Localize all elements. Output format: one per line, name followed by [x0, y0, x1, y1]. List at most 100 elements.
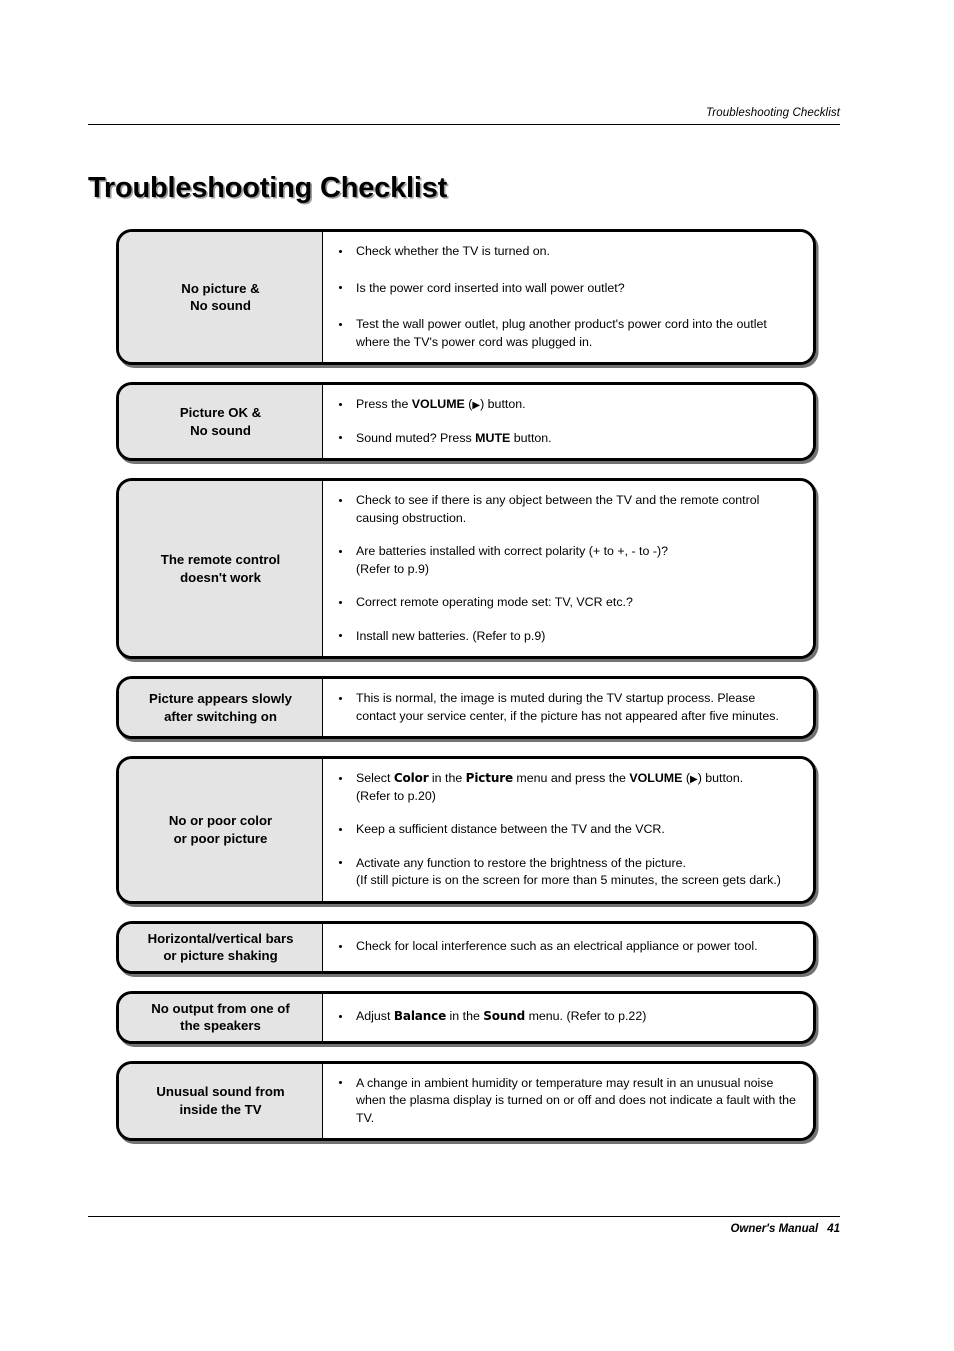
- symptom-label-line: No sound: [190, 298, 251, 313]
- bullet-icon: [339, 696, 343, 700]
- bullet-icon: [339, 1014, 343, 1019]
- remedy-text: Check to see if there is any object betw…: [356, 493, 759, 525]
- symptom-label-line: doesn't work: [180, 569, 261, 585]
- symptom-label-text: Unusual sound from inside the TV: [156, 1083, 284, 1118]
- running-head: Troubleshooting Checklist: [706, 107, 840, 119]
- text-run: (: [682, 771, 690, 785]
- remedy-list: Check to see if there is any object betw…: [323, 481, 813, 656]
- list-item: Check for local interference such as an …: [337, 938, 797, 956]
- remedy-list: This is normal, the image is muted durin…: [323, 679, 813, 736]
- page-title: Troubleshooting Checklist: [88, 172, 448, 205]
- remedy-list: A change in ambient humidity or temperat…: [323, 1063, 813, 1138]
- bullet-icon: [339, 498, 343, 502]
- bullet-icon: [339, 402, 343, 406]
- bullet-icon: [339, 634, 343, 638]
- remedy-list: Adjust Balance in the Sound menu. (Refer…: [323, 993, 813, 1041]
- right-arrow-icon: ▶: [689, 774, 698, 785]
- menu-keyword: Balance: [393, 1009, 447, 1024]
- symptom-label-text: Picture OK & No sound: [180, 404, 261, 439]
- text-run: ) button.: [480, 397, 526, 411]
- text-run: Correct remote operating mode set: TV, V…: [356, 595, 633, 609]
- remedy-text: Correct remote operating mode set: TV, V…: [356, 595, 633, 609]
- text-run: Is the power cord inserted into wall pow…: [356, 280, 625, 295]
- emphasis-keyword: MUTE: [475, 430, 511, 445]
- list-item: Correct remote operating mode set: TV, V…: [337, 594, 797, 612]
- table-row: Picture OK & No sound Press the VOLUME (▶)…: [116, 382, 816, 461]
- text-run: menu. (Refer to p.22): [525, 1009, 647, 1024]
- remedy-text: Is the power cord inserted into wall pow…: [356, 281, 625, 295]
- symptom-label-line: after switching on: [164, 708, 277, 724]
- remedy-text: Are batteries installed with correct pol…: [356, 544, 668, 558]
- symptom-label-line: No or poor color: [168, 813, 273, 829]
- page-header: Troubleshooting Checklist: [88, 106, 840, 125]
- symptom-label-line: or picture shaking: [163, 948, 278, 963]
- list-item: Adjust Balance in the Sound menu. (Refer…: [337, 1008, 797, 1026]
- page-number: 41: [827, 1223, 840, 1235]
- symptom-label-line: Picture OK &: [179, 405, 262, 420]
- list-item: A change in ambient humidity or temperat…: [337, 1075, 797, 1128]
- table-row: Horizontal/vertical bars or picture shaki…: [116, 920, 816, 974]
- manual-label: Owner's Manual: [730, 1223, 819, 1235]
- bullet-icon: [339, 1081, 343, 1085]
- menu-keyword: Sound: [483, 1009, 526, 1024]
- table-row: No picture & No sound Check whether the TV…: [116, 229, 816, 365]
- text-run: Press the: [356, 397, 412, 411]
- remedy-text: Activate any function to restore the bri…: [356, 856, 686, 870]
- footer-divider: [88, 1216, 840, 1217]
- remedy-list: Press the VOLUME (▶) button. Sound muted?…: [323, 385, 813, 458]
- list-item: Check whether the TV is turned on.: [337, 243, 797, 261]
- remedy-text: Test the wall power outlet, plug another…: [356, 317, 767, 349]
- bullet-icon: [339, 322, 343, 326]
- remedy-subtext: (Refer to p.20): [356, 788, 436, 803]
- table-row: No or poor color or poor picture Select Co…: [116, 756, 816, 904]
- remedy-list: Check for local interference such as an …: [323, 923, 813, 971]
- menu-keyword: Color: [393, 771, 429, 785]
- bullet-icon: [339, 861, 343, 865]
- manual-page: Troubleshooting Checklist Troubleshootin…: [0, 0, 954, 1351]
- symptom-label-line: Unusual sound from: [156, 1084, 285, 1100]
- symptom-label-text: Horizontal/vertical bars or picture shaki…: [148, 930, 294, 965]
- remedy-text: A change in ambient humidity or temperat…: [356, 1076, 796, 1125]
- symptom-label: Unusual sound from inside the TV: [119, 1063, 323, 1138]
- right-arrow-icon: ▶: [472, 400, 481, 411]
- table-row: Unusual sound from inside the TV A change …: [116, 1060, 816, 1141]
- bullet-icon: [339, 549, 343, 553]
- bullet-icon: [339, 944, 343, 949]
- list-item: This is normal, the image is muted durin…: [337, 690, 797, 725]
- symptom-label-line: the speakers: [180, 1018, 261, 1033]
- list-item: Keep a sufficient distance between the T…: [337, 821, 797, 839]
- list-item: Is the power cord inserted into wall pow…: [337, 280, 797, 298]
- symptom-label-text: No output from one of the speakers: [151, 1000, 289, 1035]
- footer-text: Owner's Manual 41: [88, 1222, 840, 1236]
- list-item: Activate any function to restore the bri…: [337, 855, 797, 890]
- remedy-text: Check whether the TV is turned on.: [356, 244, 550, 258]
- symptom-label: Picture appears slowly after switching on: [119, 679, 323, 736]
- remedy-text: Keep a sufficient distance between the T…: [356, 822, 665, 836]
- menu-keyword: Picture: [465, 771, 513, 785]
- list-item: Install new batteries. (Refer to p.9): [337, 628, 797, 646]
- symptom-label: The remote control doesn't work: [119, 481, 323, 656]
- page-footer: Owner's Manual 41: [88, 1216, 840, 1236]
- text-run: in the: [446, 1009, 484, 1024]
- symptom-label-text: Picture appears slowly after switching on: [149, 690, 292, 725]
- bullet-icon: [339, 600, 343, 604]
- text-run: Check for local interference such as an …: [356, 939, 758, 954]
- symptom-label-line: Horizontal/vertical bars: [147, 930, 294, 946]
- text-run: menu and press the: [512, 771, 630, 785]
- symptom-label: No picture & No sound: [119, 232, 323, 362]
- remedy-list: Check whether the TV is turned on. Is the…: [323, 232, 813, 362]
- text-run: Check whether the TV is turned on.: [356, 244, 550, 258]
- list-item: Sound muted? Press MUTE button.: [337, 430, 797, 448]
- remedy-subtext: (Refer to p.9): [356, 561, 429, 576]
- list-item: Are batteries installed with correct pol…: [337, 543, 797, 578]
- text-run: in the: [428, 771, 466, 785]
- text-run: button.: [510, 430, 552, 445]
- text-run: Check to see if there is any object betw…: [356, 493, 760, 525]
- symptom-label: No or poor color or poor picture: [119, 759, 323, 901]
- bullet-icon: [339, 827, 343, 831]
- bullet-icon: [339, 776, 343, 780]
- table-row: The remote control doesn't work Check to s…: [116, 478, 816, 659]
- text-run: Adjust: [356, 1009, 394, 1024]
- remedy-text: This is normal, the image is muted durin…: [356, 691, 779, 723]
- remedy-text: Adjust Balance in the Sound menu. (Refer…: [356, 1009, 646, 1023]
